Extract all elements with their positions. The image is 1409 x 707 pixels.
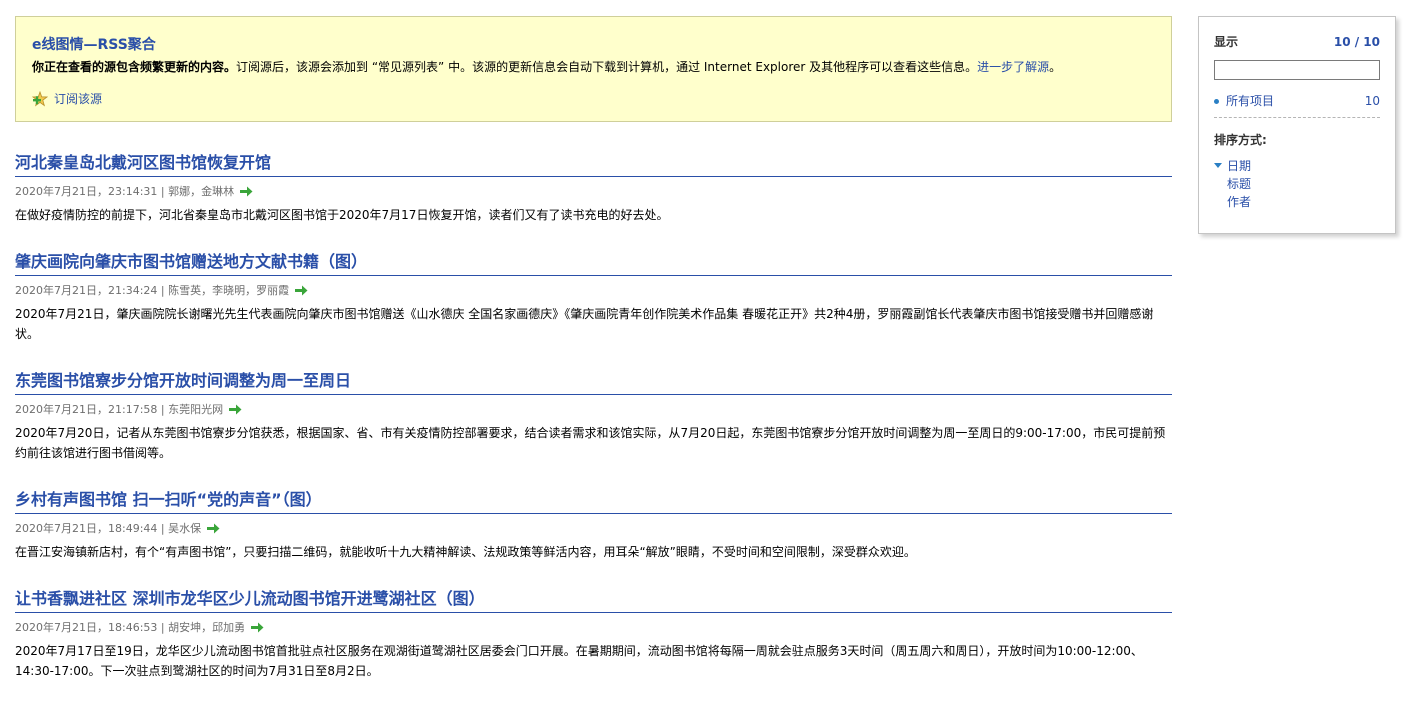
feed-item-date-author: 2020年7月21日，21:34:24 | 陈雪英，李晓明，罗丽霞 bbox=[15, 284, 290, 297]
feed-item-meta: 2020年7月21日，23:14:31 | 郭娜，金琳林 bbox=[15, 183, 1172, 199]
all-items-entry[interactable]: 所有项目 bbox=[1214, 92, 1274, 109]
bullet-dot-icon bbox=[1214, 99, 1219, 104]
green-arrow-icon[interactable] bbox=[240, 186, 253, 197]
sort-options: 日期 标题 作者 bbox=[1214, 157, 1380, 211]
feed-info-banner: e线图情—RSS聚合 你正在查看的源包含频繁更新的内容。订阅源后，该源会添加到 … bbox=[15, 16, 1172, 122]
feed-item-body: 2020年7月20日，记者从东莞图书馆寮步分馆获悉，根据国家、省、市有关疫情防控… bbox=[15, 426, 1166, 460]
plus-star-icon bbox=[32, 90, 48, 106]
green-arrow-icon[interactable] bbox=[229, 404, 242, 415]
feed-item-title[interactable]: 河北秦皇岛北戴河区图书馆恢复开馆 bbox=[15, 152, 1172, 177]
feed-item-meta: 2020年7月21日，21:17:58 | 东莞阳光网 bbox=[15, 401, 1172, 417]
subscribe-link[interactable]: 订阅该源 bbox=[32, 90, 1155, 107]
feed-description: 你正在查看的源包含频繁更新的内容。订阅源后，该源会添加到 “常见源列表” 中。该… bbox=[32, 58, 1155, 76]
learn-more-link[interactable]: 进一步了解源 bbox=[977, 60, 1049, 74]
feed-title: e线图情—RSS聚合 bbox=[32, 37, 156, 53]
feed-item-meta: 2020年7月21日，21:34:24 | 陈雪英，李晓明，罗丽霞 bbox=[15, 282, 1172, 298]
feed-filter-panel: 显示 10 / 10 所有项目 10 排序方式: 日期 标题 作者 bbox=[1198, 16, 1396, 234]
display-count: 10 / 10 bbox=[1333, 34, 1380, 49]
sort-label: 排序方式: bbox=[1214, 133, 1267, 147]
feed-item-title[interactable]: 让书香飘进社区 深圳市龙华区少儿流动图书馆开进鹭湖社区（图） bbox=[15, 588, 1172, 613]
feed-item-title[interactable]: 乡村有声图书馆 扫一扫听“党的声音”（图） bbox=[15, 489, 1172, 514]
feed-item-meta: 2020年7月21日，18:46:53 | 胡安坤，邱加勇 bbox=[15, 619, 1172, 635]
all-items-filter[interactable]: 所有项目 10 bbox=[1214, 92, 1380, 118]
feed-item-title[interactable]: 东莞图书馆寮步分馆开放时间调整为周一至周日 bbox=[15, 370, 1172, 395]
green-arrow-icon[interactable] bbox=[251, 622, 264, 633]
all-items-label[interactable]: 所有项目 bbox=[1226, 94, 1274, 108]
feed-item: 河北秦皇岛北戴河区图书馆恢复开馆 2020年7月21日，23:14:31 | 郭… bbox=[15, 152, 1172, 225]
feed-main: e线图情—RSS聚合 你正在查看的源包含频繁更新的内容。订阅源后，该源会添加到 … bbox=[15, 16, 1172, 707]
sort-by-date[interactable]: 日期 bbox=[1214, 157, 1380, 175]
feed-item-date-author: 2020年7月21日，18:46:53 | 胡安坤，邱加勇 bbox=[15, 621, 246, 634]
feed-item-date-author: 2020年7月21日，21:17:58 | 东莞阳光网 bbox=[15, 403, 224, 416]
display-label: 显示 bbox=[1214, 35, 1239, 49]
feed-item-date-author: 2020年7月21日，18:49:44 | 吴水保 bbox=[15, 522, 202, 535]
sort-by-title[interactable]: 标题 bbox=[1214, 175, 1380, 193]
feed-item-title[interactable]: 肇庆画院向肇庆市图书馆赠送地方文献书籍（图） bbox=[15, 251, 1172, 276]
feed-list: 河北秦皇岛北戴河区图书馆恢复开馆 2020年7月21日，23:14:31 | 郭… bbox=[15, 152, 1172, 681]
filter-search-input[interactable] bbox=[1214, 60, 1380, 80]
sort-by-author[interactable]: 作者 bbox=[1214, 193, 1380, 211]
green-arrow-icon[interactable] bbox=[207, 523, 220, 534]
feed-item-body: 在做好疫情防控的前提下，河北省秦皇岛市北戴河区图书馆于2020年7月17日恢复开… bbox=[15, 208, 669, 222]
feed-description-end: 。 bbox=[1049, 60, 1062, 74]
all-items-count: 10 bbox=[1364, 93, 1380, 108]
display-row: 显示 10 / 10 bbox=[1214, 33, 1380, 50]
feed-item-body: 在晋江安海镇新店村，有个“有声图书馆”，只要扫描二维码，就能收听十九大精神解读、… bbox=[15, 545, 916, 559]
feed-item: 让书香飘进社区 深圳市龙华区少儿流动图书馆开进鹭湖社区（图） 2020年7月21… bbox=[15, 588, 1172, 681]
feed-item-body: 2020年7月21日，肇庆画院院长谢曙光先生代表画院向肇庆市图书馆赠送《山水德庆… bbox=[15, 307, 1154, 341]
subscribe-label[interactable]: 订阅该源 bbox=[54, 90, 102, 107]
feed-item-body: 2020年7月17日至19日，龙华区少儿流动图书馆首批驻点社区服务在观湖街道鹭湖… bbox=[15, 644, 1143, 678]
feed-item-date-author: 2020年7月21日，23:14:31 | 郭娜，金琳林 bbox=[15, 185, 235, 198]
feed-item: 肇庆画院向肇庆市图书馆赠送地方文献书籍（图） 2020年7月21日，21:34:… bbox=[15, 251, 1172, 344]
feed-description-text: 订阅源后，该源会添加到 “常见源列表” 中。该源的更新信息会自动下载到计算机，通… bbox=[236, 60, 978, 74]
feed-item: 乡村有声图书馆 扫一扫听“党的声音”（图） 2020年7月21日，18:49:4… bbox=[15, 489, 1172, 562]
feed-item-meta: 2020年7月21日，18:49:44 | 吴水保 bbox=[15, 520, 1172, 536]
feed-description-bold: 你正在查看的源包含频繁更新的内容。 bbox=[32, 60, 237, 74]
feed-item: 东莞图书馆寮步分馆开放时间调整为周一至周日 2020年7月21日，21:17:5… bbox=[15, 370, 1172, 463]
green-arrow-icon[interactable] bbox=[295, 285, 308, 296]
